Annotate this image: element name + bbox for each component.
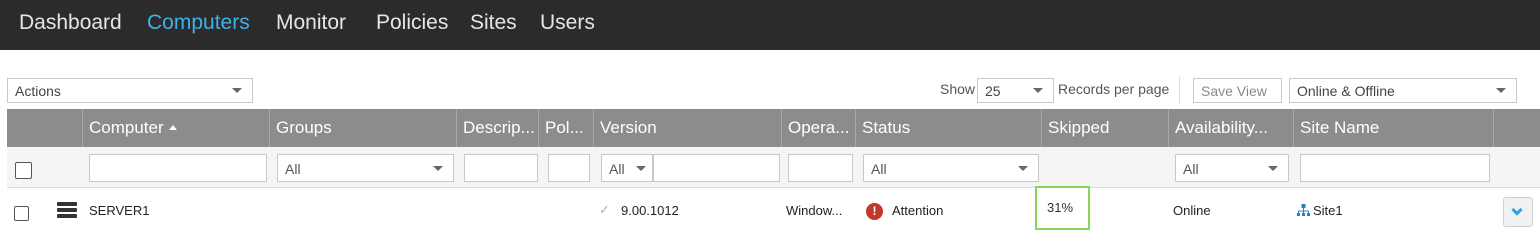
availability-filter-value: All — [1183, 161, 1199, 177]
header-availability[interactable]: Availability... — [1168, 109, 1293, 147]
records-per-page-label: Records per page — [1058, 81, 1170, 97]
attention-icon: ! — [866, 203, 883, 220]
cell-operating-system: Window... — [786, 203, 843, 218]
chevron-down-icon — [232, 88, 242, 93]
chevron-down-icon — [1033, 88, 1043, 93]
header-actions-column — [1493, 109, 1540, 147]
operating-system-filter-input[interactable] — [788, 154, 853, 182]
checkmark-icon: ✓ — [599, 202, 610, 217]
availability-filter-select[interactable]: All — [1175, 154, 1289, 182]
sort-ascending-icon — [168, 125, 177, 130]
records-per-page-select[interactable]: 25 — [977, 78, 1054, 103]
chevron-down-icon — [1511, 204, 1523, 216]
show-label: Show — [940, 81, 976, 97]
server-icon — [57, 202, 77, 218]
filter-row: All All All All — [7, 147, 1540, 188]
select-all-checkbox[interactable] — [15, 162, 32, 179]
actions-dropdown[interactable]: Actions — [7, 78, 253, 103]
header-skipped[interactable]: Skipped — [1041, 109, 1168, 147]
header-site-name[interactable]: Site Name — [1293, 109, 1493, 147]
cell-availability: Online — [1173, 203, 1211, 218]
site-name-filter-input[interactable] — [1300, 154, 1490, 182]
version-operator-value: All — [609, 161, 625, 177]
toolbar-divider — [1179, 76, 1180, 104]
nav-dashboard[interactable]: Dashboard — [19, 11, 122, 35]
nav-monitor[interactable]: Monitor — [276, 11, 346, 35]
header-version[interactable]: Version — [593, 109, 781, 147]
online-offline-filter-value: Online & Offline — [1297, 83, 1395, 99]
version-filter-input[interactable] — [653, 154, 780, 182]
cell-computer-name[interactable]: SERVER1 — [89, 189, 149, 233]
header-status[interactable]: Status — [855, 109, 1041, 147]
grid-header: Computer Groups Descrip... Pol... Versio… — [7, 109, 1540, 147]
save-view-button[interactable]: Save View — [1193, 78, 1282, 103]
header-policy[interactable]: Pol... — [538, 109, 593, 147]
header-description[interactable]: Descrip... — [456, 109, 538, 147]
row-checkbox[interactable] — [14, 206, 29, 221]
top-navigation: Dashboard Computers Monitor Policies Sit… — [0, 0, 1540, 50]
groups-filter-select[interactable]: All — [277, 154, 454, 182]
cell-site-name[interactable]: Site1 — [1313, 189, 1343, 233]
online-offline-filter[interactable]: Online & Offline — [1289, 78, 1517, 103]
description-filter-input[interactable] — [464, 154, 538, 182]
site-hierarchy-icon — [1297, 204, 1310, 216]
computer-filter-input[interactable] — [89, 154, 267, 182]
nav-policies[interactable]: Policies — [376, 11, 448, 35]
nav-sites[interactable]: Sites — [470, 11, 517, 35]
chevron-down-icon — [636, 166, 646, 171]
records-per-page-value: 25 — [985, 83, 1001, 99]
header-computer-label: Computer — [89, 118, 164, 137]
cell-status[interactable]: Attention — [892, 189, 943, 233]
cell-version: 9.00.1012 — [621, 203, 679, 218]
header-groups[interactable]: Groups — [269, 109, 456, 147]
chevron-down-icon — [1018, 166, 1028, 171]
actions-dropdown-label: Actions — [15, 83, 61, 99]
row-expand-button[interactable] — [1503, 197, 1533, 227]
table-row[interactable]: SERVER1 ✓ 9.00.1012 Window... ! Attentio… — [7, 186, 1540, 233]
nav-computers[interactable]: Computers — [147, 11, 250, 35]
header-select-column — [7, 109, 82, 147]
chevron-down-icon — [1268, 166, 1278, 171]
version-operator-select[interactable]: All — [601, 154, 653, 182]
cell-skipped: 31% — [1035, 186, 1090, 230]
nav-users[interactable]: Users — [540, 11, 595, 35]
policy-filter-input[interactable] — [548, 154, 590, 182]
status-filter-value: All — [871, 161, 887, 177]
chevron-down-icon — [1496, 88, 1506, 93]
header-operating-system[interactable]: Opera... — [781, 109, 855, 147]
status-filter-select[interactable]: All — [863, 154, 1039, 182]
groups-filter-value: All — [285, 161, 301, 177]
grid-toolbar: Actions Show 25 Records per page Save Vi… — [0, 50, 1540, 108]
chevron-down-icon — [433, 166, 443, 171]
header-computer[interactable]: Computer — [82, 109, 269, 147]
